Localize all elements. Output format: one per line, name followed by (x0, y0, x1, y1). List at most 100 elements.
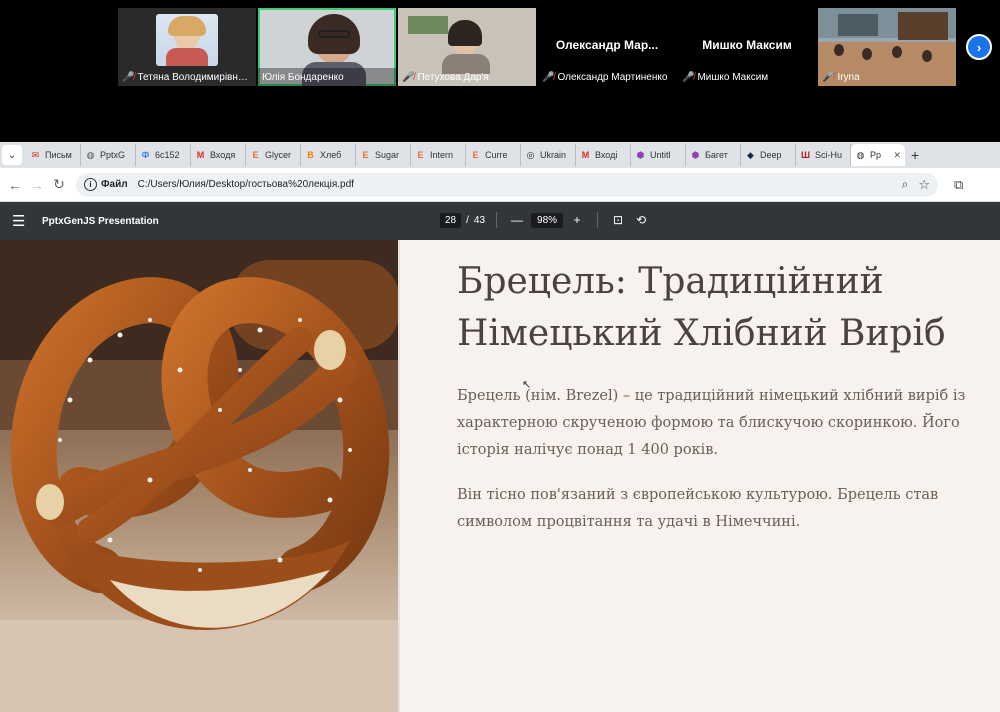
file-scheme-label: Файл (101, 179, 128, 190)
scihub-icon: Ш (800, 150, 811, 160)
slide-paragraph: Брецель (нім. Brezel) – це традиційний н… (457, 388, 966, 458)
e-icon: E (362, 150, 369, 160)
zoom-icon[interactable]: ⌕ (902, 177, 909, 192)
tab-label: Untitl (650, 150, 671, 160)
participant-name: Юлія Бондаренко (262, 71, 344, 83)
tab-active[interactable]: ◍ Pp ✕ (851, 144, 905, 166)
participant-tile[interactable]: 🎤̸ Петухова Дар'я (398, 8, 536, 86)
slide-title: Брецель: Традиційний Німецький Хлібний В… (457, 261, 946, 354)
tab-label: Deep (760, 150, 782, 160)
browser-tab[interactable]: E Curre (466, 144, 521, 166)
tab-label: Pp (870, 150, 882, 160)
hex-icon: ⬢ (691, 149, 700, 160)
browser-tab[interactable]: E Sugar (356, 144, 411, 166)
browser-tab[interactable]: ◍ PptxG (81, 144, 136, 166)
extensions-icon[interactable]: ⧉ (954, 177, 963, 193)
gmail-icon: M (196, 150, 205, 160)
browser-tab[interactable]: M Вході (576, 144, 631, 166)
zoom-level-input[interactable]: 98% (531, 212, 564, 228)
back-icon[interactable]: ← (4, 177, 26, 193)
tab-label: Sci-Hu (815, 150, 843, 160)
slide-paragraph: Він тісно пов'язаний з європейською куль… (457, 487, 939, 530)
participant-photo (156, 14, 218, 66)
close-icon[interactable]: ✕ (893, 150, 901, 161)
mic-off-icon: 🎤̸ (122, 71, 135, 83)
browser-tab[interactable]: B Хлеб (301, 144, 356, 166)
participant-name: Петухова Дар'я (417, 71, 489, 83)
tab-label: 6c152 (155, 150, 180, 160)
browser-tab[interactable]: M Входя (191, 144, 246, 166)
globe-icon: ◍ (856, 149, 865, 160)
participant-name: Iryna (837, 71, 860, 83)
menu-icon[interactable]: ☰ (12, 212, 30, 230)
browser-tab-bar: ⌄ ✉ Письм ◍ PptxG Ф 6c152 M Входя E Glycer B Хлеб E S… (0, 142, 1000, 168)
e-icon: E (252, 150, 259, 160)
participant-name: Тетяна Володимирівна ... (137, 71, 252, 83)
participant-tile[interactable]: Мишко Максим 🎤̸ Мишко Максим (678, 8, 816, 86)
tab-label: PptxG (100, 150, 126, 160)
chevron-right-icon[interactable]: › (966, 34, 992, 60)
tab-label: Вході (595, 150, 618, 160)
browser-tab[interactable]: ⬢ Untitl (631, 144, 686, 166)
bookmark-star-icon[interactable]: ☆ (918, 177, 930, 193)
info-icon[interactable]: i (84, 178, 97, 191)
zoom-in-icon[interactable]: + (568, 213, 586, 227)
fit-to-page-icon[interactable]: ⊡ (609, 213, 627, 227)
address-toolbar: ← → ↻ i Файл C:/Users/Юлия/Desktop/гость… (0, 168, 1000, 202)
blogger-icon: B (307, 150, 314, 160)
document-title: PptxGenJS Presentation (42, 215, 159, 227)
mic-off-icon: 🎤̸ (822, 71, 835, 83)
address-bar[interactable]: i Файл C:/Users/Юлия/Desktop/гостьова%20… (76, 172, 938, 197)
tab-label: Входя (210, 150, 236, 160)
hex-icon: ⬢ (636, 149, 645, 160)
tab-label: Багет (705, 150, 728, 160)
participant-tile[interactable]: Олександр Мар... 🎤̸ Олександр Мартиненко (538, 8, 676, 86)
new-tab-icon[interactable]: + (911, 147, 919, 163)
doc-icon: Ф (141, 150, 150, 160)
tab-label: Письм (45, 150, 72, 160)
page-controls: 28 / 43 — 98% + ⊡ ⟲ (440, 212, 650, 228)
participant-name: Олександр Мартиненко (557, 71, 668, 83)
browser-tab[interactable]: ◎ Ukrain (521, 144, 576, 166)
browser-tab[interactable]: Ш Sci-Hu (796, 144, 851, 166)
reload-icon[interactable]: ↻ (48, 176, 70, 193)
forward-icon[interactable]: → (26, 177, 48, 193)
browser-tab[interactable]: E Glycer (246, 144, 301, 166)
openai-icon: ◎ (526, 149, 535, 160)
toolbar-divider (597, 212, 599, 228)
mic-off-icon: 🎤̸ (402, 71, 415, 83)
page-separator: / (466, 214, 469, 226)
mail-icon: ✉ (31, 149, 40, 160)
participant-center-label: Олександр Мар... (555, 38, 659, 52)
mouse-cursor-icon: ↖ (522, 379, 532, 391)
participant-tile[interactable]: 🎤̸ Тетяна Володимирівна ... (118, 8, 256, 86)
browser-tab[interactable]: ✉ Письм (26, 144, 81, 166)
mic-off-icon: 🎤̸ (682, 71, 695, 83)
tab-label: Хлеб (320, 150, 342, 160)
browser-tab[interactable]: ⬢ Багет (686, 144, 741, 166)
participant-center-label: Мишко Максим (702, 38, 792, 52)
gmail-icon: M (581, 150, 590, 160)
pretzel-image (0, 240, 398, 712)
browser-tab[interactable]: Ф 6c152 (136, 144, 191, 166)
participant-tile-speaking[interactable]: Юлія Бондаренко (258, 8, 396, 86)
tab-label: Ukrain (540, 150, 567, 160)
url-text[interactable]: C:/Users/Юлия/Desktop/гостьова%20лекція.… (138, 179, 354, 190)
participant-tile[interactable]: 🎤̸ Iryna (818, 8, 956, 86)
pretzel-illustration (0, 240, 398, 712)
meeting-participant-strip: 🎤̸ Тетяна Володимирівна ... Юлія Бондарен… (0, 0, 1000, 140)
pdf-page: Брецель: Традиційний Німецький Хлібний В… (0, 240, 1000, 712)
browser-tab[interactable]: ◆ Deep (741, 144, 796, 166)
zoom-out-icon[interactable]: — (508, 213, 526, 227)
tab-search-dropdown-icon[interactable]: ⌄ (2, 145, 22, 165)
current-page-input[interactable]: 28 (440, 212, 462, 228)
e-icon: E (472, 150, 479, 160)
browser-tab[interactable]: E Intern (411, 144, 466, 166)
pdf-viewer-toolbar: ☰ PptxGenJS Presentation 28 / 43 — 98% +… (0, 202, 1000, 240)
tab-label: Intern (430, 150, 454, 160)
rotate-icon[interactable]: ⟲ (632, 213, 650, 227)
toolbar-divider (496, 212, 498, 228)
total-pages: 43 (473, 214, 486, 226)
slide-divider (398, 240, 400, 712)
participant-name: Мишко Максим (697, 71, 769, 83)
